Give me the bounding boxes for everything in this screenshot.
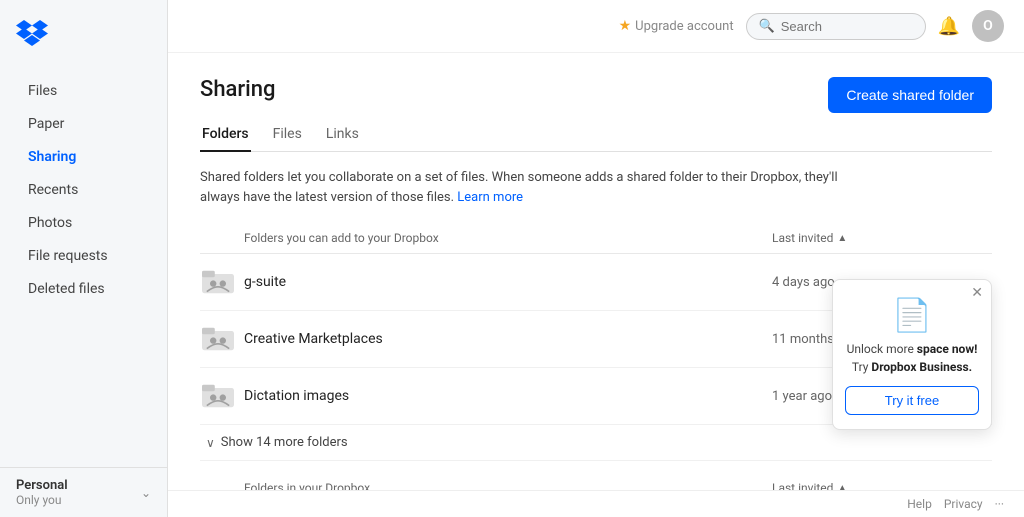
main-area: ★ Upgrade account 🔍 🔔 O Sharing Create s… xyxy=(168,0,1024,517)
sidebar-user-info: Personal Only you xyxy=(16,478,68,507)
upgrade-link[interactable]: ★ Upgrade account xyxy=(619,18,734,34)
sidebar-bottom[interactable]: Personal Only you ⌄ xyxy=(0,467,167,517)
folders-can-add-header: Folders you can add to your Dropbox Last… xyxy=(200,227,992,254)
promo-icon: 📄 xyxy=(845,296,979,334)
sidebar-item-files[interactable]: Files xyxy=(8,75,159,107)
shared-folder-icon xyxy=(202,383,234,409)
tab-links[interactable]: Links xyxy=(324,118,361,152)
sidebar-user-sub: Only you xyxy=(16,493,68,507)
avatar[interactable]: O xyxy=(972,10,1004,42)
sidebar-item-paper[interactable]: Paper xyxy=(8,108,159,140)
tabs: Folders Files Links xyxy=(200,118,992,152)
topbar: ★ Upgrade account 🔍 🔔 O xyxy=(168,0,1024,53)
sort-asc-icon: ▲ xyxy=(837,483,847,491)
col-name-label: Folders you can add to your Dropbox xyxy=(200,231,772,245)
create-shared-folder-button[interactable]: Create shared folder xyxy=(828,77,992,113)
sidebar-item-deleted-files[interactable]: Deleted files xyxy=(8,273,159,305)
sidebar-item-file-requests[interactable]: File requests xyxy=(8,240,159,272)
col-date-label[interactable]: Last invited ▲ xyxy=(772,481,952,490)
tab-folders[interactable]: Folders xyxy=(200,118,251,152)
col-date-label[interactable]: Last invited ▲ xyxy=(772,231,952,245)
folder-name: Creative Marketplaces xyxy=(244,331,772,347)
sort-asc-icon: ▲ xyxy=(837,233,847,244)
shared-folder-icon-wrap xyxy=(200,378,236,414)
search-input[interactable] xyxy=(781,19,913,34)
footer: Help Privacy ··· xyxy=(168,490,1024,517)
learn-more-link[interactable]: Learn more xyxy=(457,190,523,205)
upgrade-label: Upgrade account xyxy=(635,19,733,34)
dropbox-logo-icon xyxy=(16,18,48,50)
folders-in-dropbox-header: Folders in your Dropbox Last invited ▲ xyxy=(200,477,992,490)
sidebar-user-name: Personal xyxy=(16,478,68,493)
content-area: Sharing Create shared folder Folders Fil… xyxy=(168,53,1024,490)
sidebar-item-sharing[interactable]: Sharing xyxy=(8,141,159,173)
sidebar-nav: Files Paper Sharing Recents Photos File … xyxy=(0,70,167,467)
promo-text: Unlock more space now! Try Dropbox Busin… xyxy=(845,340,979,376)
promo-popup: ✕ 📄 Unlock more space now! Try Dropbox B… xyxy=(832,279,992,430)
shared-folder-icon xyxy=(202,269,234,295)
search-icon: 🔍 xyxy=(759,19,775,34)
shared-folder-icon xyxy=(202,326,234,352)
sidebar: Files Paper Sharing Recents Photos File … xyxy=(0,0,168,517)
search-box[interactable]: 🔍 xyxy=(746,13,926,40)
sidebar-item-photos[interactable]: Photos xyxy=(8,207,159,239)
col-section-label: Folders in your Dropbox xyxy=(200,481,772,490)
dropbox-logo-wrap xyxy=(0,0,167,70)
sidebar-item-recents[interactable]: Recents xyxy=(8,174,159,206)
folder-name: g-suite xyxy=(244,274,772,290)
shared-folder-icon-wrap xyxy=(200,264,236,300)
info-text: Shared folders let you collaborate on a … xyxy=(200,168,880,207)
footer-privacy-link[interactable]: Privacy xyxy=(944,497,983,511)
folder-name: Dictation images xyxy=(244,388,772,404)
footer-more-link[interactable]: ··· xyxy=(995,497,1004,511)
chevron-down-icon: ⌄ xyxy=(141,486,151,500)
footer-help-link[interactable]: Help xyxy=(907,497,932,511)
chevron-down-icon: ∨ xyxy=(206,436,215,450)
try-it-free-button[interactable]: Try it free xyxy=(845,386,979,415)
star-icon: ★ xyxy=(619,18,632,34)
tab-files[interactable]: Files xyxy=(271,118,304,152)
close-icon[interactable]: ✕ xyxy=(971,286,983,300)
folders-in-dropbox-section: Folders in your Dropbox Last invited ▲ xyxy=(200,477,992,490)
shared-folder-icon-wrap xyxy=(200,321,236,357)
notification-bell-icon[interactable]: 🔔 xyxy=(938,16,960,37)
show-more-button[interactable]: ∨ Show 14 more folders xyxy=(200,425,992,461)
